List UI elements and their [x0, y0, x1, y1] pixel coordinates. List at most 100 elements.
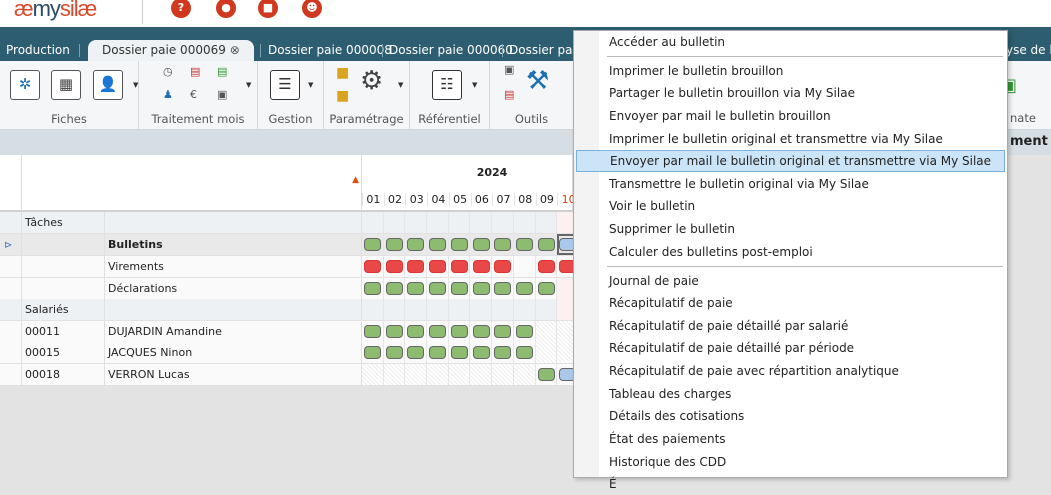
status-green-pill[interactable]	[515, 346, 533, 359]
calendar-view-icon[interactable]: ▤	[504, 88, 514, 101]
settings-icon[interactable]: ⚙	[360, 66, 383, 96]
month-cell-04[interactable]	[427, 256, 449, 277]
status-green-pill[interactable]	[515, 325, 533, 338]
status-green-pill[interactable]	[407, 325, 425, 338]
month-cell-05[interactable]	[449, 212, 471, 233]
month-cell-08[interactable]	[514, 321, 536, 342]
month-cell-06[interactable]	[471, 278, 493, 299]
folder-view-icon[interactable]: ■	[336, 65, 349, 81]
status-green-pill[interactable]	[364, 238, 381, 251]
building-icon[interactable]: ▦	[51, 70, 81, 100]
month-cell-07[interactable]	[492, 321, 514, 342]
month-cell-06[interactable]	[470, 364, 493, 385]
month-cell-05[interactable]	[449, 234, 471, 255]
status-green-pill[interactable]	[385, 346, 403, 359]
menu-item[interactable]: Partager le bulletin brouillon via My Si…	[576, 82, 1005, 104]
status-red-pill[interactable]	[537, 260, 555, 273]
table-row[interactable]: 00011 DUJARDIN Amandine	[0, 321, 579, 343]
close-icon[interactable]: ⊗	[230, 43, 240, 57]
status-green-pill[interactable]	[472, 325, 490, 338]
month-cell-01[interactable]	[362, 256, 384, 277]
table-row[interactable]: ⊳ Bulletins	[0, 234, 579, 256]
status-green-pill[interactable]	[385, 325, 403, 338]
status-green-pill[interactable]	[450, 238, 468, 251]
month-cell-09[interactable]	[536, 212, 558, 233]
month-cell-03[interactable]	[405, 256, 428, 277]
menu-item[interactable]: Récapitulatif de paie détaillé par salar…	[576, 315, 1005, 337]
month-cell-04[interactable]	[427, 321, 449, 342]
document-person-icon[interactable]: ▣	[504, 63, 514, 76]
month-cell-07[interactable]	[492, 299, 514, 320]
menu-item[interactable]: Voir le bulletin	[576, 195, 1005, 217]
help-icon[interactable]: ?	[171, 0, 191, 18]
month-cell-09[interactable]	[535, 321, 558, 342]
menu-item[interactable]: Accéder au bulletin	[576, 31, 1005, 53]
month-cell-03[interactable]	[405, 342, 428, 363]
status-green-pill[interactable]	[472, 346, 490, 359]
menu-item[interactable]: Récapitulatif de paie avec répartition a…	[576, 360, 1005, 382]
menu-item[interactable]: Imprimer le bulletin original et transme…	[576, 128, 1005, 150]
month-cell-06[interactable]	[471, 299, 493, 320]
status-green-pill[interactable]	[472, 238, 490, 251]
inbox-icon[interactable]: ■	[258, 0, 278, 18]
status-green-pill[interactable]	[494, 346, 512, 359]
status-red-pill[interactable]	[429, 260, 447, 273]
book-add-icon[interactable]: ☷	[432, 70, 462, 100]
month-cell-01[interactable]	[362, 321, 384, 342]
table-row[interactable]: 00015 JACQUES Ninon	[0, 342, 579, 364]
row-indicator[interactable]	[0, 278, 22, 299]
month-cell-02[interactable]	[384, 212, 406, 233]
menu-item[interactable]: Envoyer par mail le bulletin original et…	[576, 150, 1005, 172]
status-red-pill[interactable]	[385, 260, 403, 273]
status-red-pill[interactable]	[364, 260, 381, 273]
row-indicator[interactable]	[0, 299, 22, 320]
month-cell-08[interactable]	[514, 342, 536, 363]
row-indicator[interactable]	[0, 342, 22, 363]
month-cell-05[interactable]	[449, 299, 471, 320]
menu-item[interactable]: Détails des cotisations	[576, 405, 1005, 427]
tab-dossier-000060[interactable]: Dossier paie 000060	[383, 40, 519, 61]
status-red-pill[interactable]	[450, 260, 468, 273]
status-green-pill[interactable]	[429, 282, 447, 295]
month-cell-06[interactable]	[471, 256, 493, 277]
month-cell-04[interactable]	[427, 342, 449, 363]
month-cell-09[interactable]	[536, 364, 558, 385]
month-cell-05[interactable]	[449, 278, 471, 299]
status-green-pill[interactable]	[494, 238, 512, 251]
status-red-pill[interactable]	[494, 260, 512, 273]
month-cell-04[interactable]	[427, 364, 449, 385]
status-green-pill[interactable]	[429, 346, 447, 359]
month-cell-09[interactable]	[536, 256, 558, 277]
month-cell-02[interactable]	[384, 299, 406, 320]
month-cell-06[interactable]	[471, 234, 493, 255]
checklist-icon[interactable]: ☰	[270, 70, 300, 100]
month-cell-08[interactable]	[514, 278, 536, 299]
status-green-pill[interactable]	[450, 325, 468, 338]
month-cell-03[interactable]	[405, 364, 428, 385]
chevron-down-icon[interactable]: ▼	[308, 81, 313, 89]
status-green-pill[interactable]	[537, 282, 555, 295]
tab-dossier-000008[interactable]: Dossier paie 000008	[262, 40, 398, 61]
status-green-pill[interactable]	[494, 325, 512, 338]
month-cell-01[interactable]	[362, 212, 384, 233]
month-header-07[interactable]: 07	[492, 193, 514, 206]
month-cell-05[interactable]	[449, 256, 471, 277]
menu-item[interactable]: Journal de paie	[576, 270, 1005, 292]
tools-icon[interactable]: ⚒	[526, 66, 549, 96]
month-cell-09[interactable]	[536, 278, 558, 299]
month-cell-03[interactable]	[405, 234, 428, 255]
row-indicator[interactable]	[0, 212, 22, 233]
status-green-pill[interactable]	[364, 346, 381, 359]
month-cell-08[interactable]	[513, 364, 536, 385]
chevron-down-icon[interactable]: ▼	[133, 81, 138, 89]
month-cell-07[interactable]	[492, 212, 514, 233]
status-green-pill[interactable]	[429, 325, 447, 338]
status-green-pill[interactable]	[407, 282, 425, 295]
month-cell-09[interactable]	[535, 342, 558, 363]
month-cell-04[interactable]	[427, 299, 449, 320]
month-cell-05[interactable]	[449, 321, 471, 342]
month-cell-01[interactable]	[362, 234, 384, 255]
status-green-pill[interactable]	[364, 325, 381, 338]
calendar-check-icon[interactable]: ▤	[217, 65, 227, 78]
menu-item[interactable]: Transmettre le bulletin original via My …	[576, 173, 1005, 195]
